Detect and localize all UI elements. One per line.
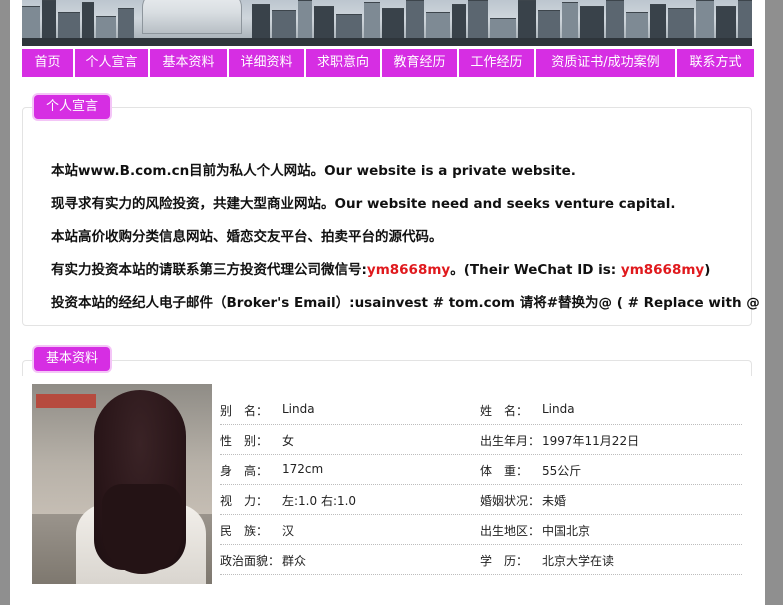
city-skyline-banner (22, 0, 752, 46)
basic-info-panel (22, 360, 752, 376)
basic-info-section-title: 基本资料 (34, 347, 111, 371)
info-row: 民 族： 汉 出生地区： 中国北京 (220, 515, 742, 545)
education-value: 北京大学在读 (542, 554, 615, 568)
alias-label: 别 名： (220, 404, 269, 418)
marital-status-label: 婚姻状况： (480, 494, 541, 508)
nav-certificates[interactable]: 资质证书/成功案例 (536, 49, 675, 77)
nav-declaration[interactable]: 个人宣言 (75, 49, 148, 77)
name-value: Linda (542, 402, 575, 416)
nav-home[interactable]: 首页 (22, 49, 73, 77)
height-label: 身 高： (220, 464, 269, 478)
education-label: 学 历： (480, 554, 529, 568)
nav-job-intention[interactable]: 求职意向 (306, 49, 380, 77)
wechat-english: 。(Their WeChat ID is: (450, 262, 621, 278)
nav-education[interactable]: 教育经历 (382, 49, 457, 77)
info-row: 政治面貌： 群众 学 历： 北京大学在读 (220, 545, 742, 575)
marital-status-value: 未婚 (542, 494, 567, 508)
name-label: 姓 名： (480, 404, 529, 418)
weight-value: 55公斤 (542, 464, 582, 478)
nav-details[interactable]: 详细资料 (229, 49, 304, 77)
nav-work-history[interactable]: 工作经历 (459, 49, 534, 77)
political-status-value: 群众 (282, 554, 307, 568)
declaration-line-3: 本站高价收购分类信息网站、婚恋交友平台、拍卖平台的源代码。 (51, 229, 443, 245)
basic-info-table: 别 名： Linda 姓 名： Linda 性 别： 女 出生年月： 1997年… (220, 395, 742, 575)
vision-label: 视 力： (220, 494, 269, 508)
declaration-line-1: 本站www.B.com.cn目前为私人个人网站。Our website is a… (51, 163, 576, 179)
info-row: 别 名： Linda 姓 名： Linda (220, 395, 742, 425)
birthdate-value: 1997年11月22日 (542, 434, 640, 448)
profile-photo (32, 384, 212, 584)
vision-value: 左:1.0 右:1.0 (282, 494, 357, 508)
gender-label: 性 别： (220, 434, 269, 448)
declaration-section-title: 个人宣言 (34, 95, 111, 119)
info-row: 视 力： 左:1.0 右:1.0 婚姻状况： 未婚 (220, 485, 742, 515)
info-row: 性 别： 女 出生年月： 1997年11月22日 (220, 425, 742, 455)
nav-basic-info[interactable]: 基本资料 (150, 49, 227, 77)
birthplace-label: 出生地区： (480, 524, 541, 538)
gender-value: 女 (282, 434, 295, 448)
declaration-panel: 本站www.B.com.cn目前为私人个人网站。Our website is a… (22, 107, 765, 326)
political-status-label: 政治面貌： (220, 554, 281, 568)
wechat-id-english: ym8668my (620, 262, 705, 278)
page: 首页 个人宣言 基本资料 详细资料 求职意向 教育经历 工作经历 资质证书/成功… (10, 0, 765, 605)
alias-value: Linda (282, 402, 315, 416)
height-value: 172cm (282, 462, 324, 476)
weight-label: 体 重： (480, 464, 529, 478)
declaration-line-5: 投资本站的经纪人电子邮件（Broker's Email）:usainvest #… (51, 295, 765, 311)
ethnicity-value: 汉 (282, 524, 295, 538)
wechat-prompt: 有实力投资本站的请联系第三方投资代理公司微信号: (51, 262, 367, 278)
stadium-dome (142, 0, 242, 34)
birthplace-value: 中国北京 (542, 524, 591, 538)
wechat-id: ym8668my (366, 262, 451, 278)
birthdate-label: 出生年月： (480, 434, 541, 448)
ethnicity-label: 民 族： (220, 524, 269, 538)
info-row: 身 高： 172cm 体 重： 55公斤 (220, 455, 742, 485)
nav-contact[interactable]: 联系方式 (677, 49, 754, 77)
declaration-line-4: 有实力投资本站的请联系第三方投资代理公司微信号:ym8668my。(Their … (51, 258, 710, 278)
main-nav: 首页 个人宣言 基本资料 详细资料 求职意向 教育经历 工作经历 资质证书/成功… (22, 49, 754, 77)
declaration-line-2: 现寻求有实力的风险投资，共建大型商业网站。Our website need an… (51, 196, 676, 212)
wechat-close: ) (704, 262, 711, 278)
